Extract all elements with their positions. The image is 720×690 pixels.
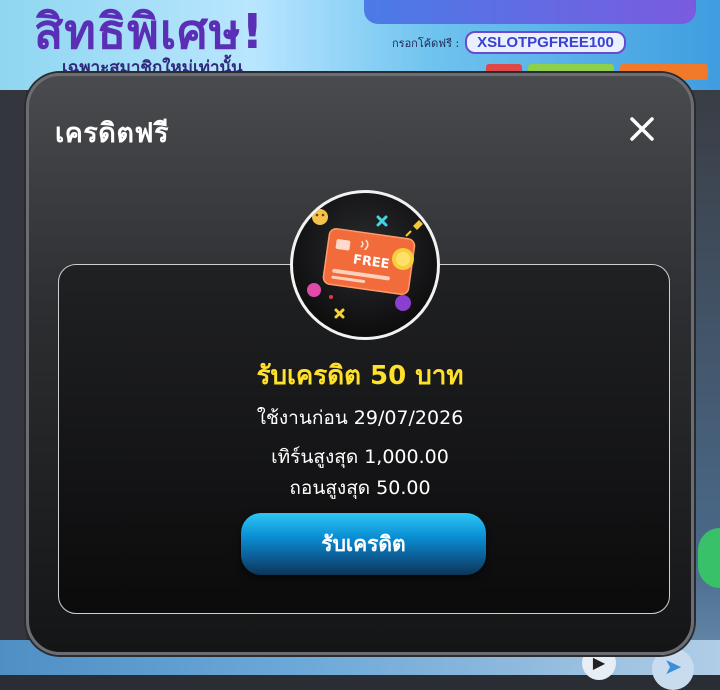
max-turnover-text: เทิร์นสูงสุด 1,000.00 — [271, 446, 449, 468]
modal-title: เครดิตฟรี — [55, 118, 169, 149]
promo-code-row: กรอกโค้ดฟรี : XSLOTPGFREE100 — [392, 31, 626, 54]
reward-icon-circle: FREE — [290, 190, 440, 340]
free-credit-modal: เครดิตฟรี FREE รับเครดิต 50 บาท ใช้งานก่… — [26, 73, 694, 655]
promo-code-label: กรอกโค้ดฟรี : — [392, 36, 460, 50]
background-left-panel — [0, 90, 26, 675]
claim-credit-button[interactable]: รับเครดิต — [241, 513, 486, 575]
banner-top-pill — [364, 0, 696, 24]
max-withdraw-text: ถอนสูงสุด 50.00 — [289, 477, 431, 499]
close-button[interactable] — [627, 114, 657, 144]
background-green-button[interactable] — [698, 528, 720, 588]
expire-date-text: ใช้งานก่อน 29/07/2026 — [256, 407, 464, 429]
promo-code: XSLOTPGFREE100 — [465, 31, 626, 54]
reward-title: รับเครดิต 50 บาท — [256, 361, 464, 391]
close-icon — [630, 117, 654, 141]
free-credit-card-icon: FREE — [307, 209, 423, 319]
